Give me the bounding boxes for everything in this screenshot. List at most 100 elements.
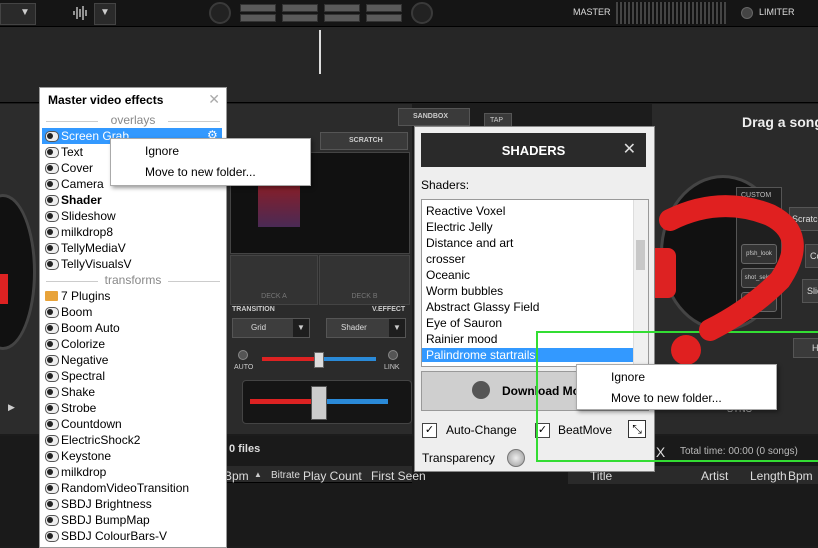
toggle-icon[interactable]	[45, 179, 59, 190]
column-artist[interactable]: Artist	[701, 469, 728, 483]
toggle-icon[interactable]	[45, 211, 59, 222]
transition-dropdown[interactable]: Grid ▼	[232, 318, 310, 338]
list-item-boom-auto[interactable]: Boom Auto	[42, 320, 222, 336]
toggle-icon[interactable]	[45, 419, 59, 430]
close-icon[interactable]: ✕	[623, 139, 636, 159]
toggle-icon[interactable]	[45, 131, 59, 142]
toggle-icon[interactable]	[45, 435, 59, 446]
list-item-keystone[interactable]: Keystone	[42, 448, 222, 464]
auto-change-label: Auto-Change	[446, 423, 517, 437]
list-item-plugins-folder[interactable]: 7 Plugins	[42, 288, 222, 304]
list-item-colorize[interactable]: Colorize	[42, 336, 222, 352]
context-menu-left: Ignore Move to new folder...	[110, 138, 311, 186]
tab-scratch[interactable]: SCRATCH	[320, 132, 408, 150]
column-bpm-right[interactable]: Bpm	[788, 469, 813, 483]
toggle-icon[interactable]	[45, 371, 59, 382]
waveform-dropdown[interactable]: ▼	[94, 3, 116, 25]
knob-left[interactable]	[209, 2, 231, 24]
list-item[interactable]: Electric Jelly	[426, 220, 493, 234]
link-toggle[interactable]	[388, 350, 398, 360]
crossfader-handle[interactable]	[311, 386, 327, 420]
tab-sandbox[interactable]: SANDBOX	[398, 108, 470, 126]
top-toolbar: ▼ ▼ MASTER LIMITER	[0, 0, 818, 27]
playhead-marker	[319, 30, 321, 74]
list-item[interactable]: Oceanic	[426, 268, 470, 282]
column-bitrate[interactable]: Bitrate	[271, 470, 300, 481]
list-item-shader[interactable]: Shader	[42, 192, 222, 208]
toggle-icon[interactable]	[45, 515, 59, 526]
column-bpm[interactable]: Bpm	[224, 469, 249, 483]
column-length[interactable]: Length	[750, 469, 787, 483]
list-item-milkdrop8[interactable]: milkdrop8	[42, 224, 222, 240]
drag-song-label: Drag a song	[742, 114, 818, 130]
menu-item-move-to-folder[interactable]: Move to new folder...	[145, 165, 256, 179]
list-item-tellymediav[interactable]: TellyMediaV	[42, 240, 222, 256]
toggle-icon[interactable]	[45, 531, 59, 542]
toggle-icon[interactable]	[45, 355, 59, 366]
toggle-icon[interactable]	[45, 387, 59, 398]
list-item-randomvideotransition[interactable]: RandomVideoTransition	[42, 480, 222, 496]
list-item-spectral[interactable]: Spectral	[42, 368, 222, 384]
waveform-icon[interactable]	[72, 5, 90, 21]
toggle-icon[interactable]	[45, 243, 59, 254]
list-item-strobe[interactable]: Strobe	[42, 400, 222, 416]
toggle-icon[interactable]	[45, 227, 59, 238]
toggle-icon[interactable]	[45, 483, 59, 494]
auto-toggle[interactable]	[238, 350, 248, 360]
chevron-down-icon: ▼	[389, 319, 405, 337]
list-item-countdown[interactable]: Countdown	[42, 416, 222, 432]
deck-a-video[interactable]: DECK A	[230, 255, 318, 305]
list-item-slideshow[interactable]: Slideshow	[42, 208, 222, 224]
toggle-icon[interactable]	[45, 339, 59, 350]
list-item[interactable]: Abstract Glassy Field	[426, 300, 539, 314]
list-item[interactable]: Reactive Voxel	[426, 204, 505, 218]
annotation-question-mark	[659, 195, 804, 365]
toggle-icon[interactable]	[45, 259, 59, 270]
toggle-icon[interactable]	[45, 467, 59, 478]
list-item-negative[interactable]: Negative	[42, 352, 222, 368]
limiter-toggle[interactable]	[741, 7, 753, 19]
level-segment	[366, 4, 402, 12]
transition-slider-handle[interactable]	[314, 352, 324, 368]
veffect-dropdown[interactable]: Shader ▼	[326, 318, 406, 338]
master-meter	[616, 2, 726, 24]
column-playcount[interactable]: Play Count	[303, 469, 362, 483]
list-item-sbdj-bumpmap[interactable]: SBDJ BumpMap	[42, 512, 222, 528]
toggle-icon[interactable]	[45, 147, 59, 158]
list-item-tellyvisualsv[interactable]: TellyVisualsV	[42, 256, 222, 272]
transparency-knob[interactable]	[507, 449, 525, 467]
sort-up-icon: ▲	[254, 470, 262, 479]
list-item-boom[interactable]: Boom	[42, 304, 222, 320]
menu-item-ignore[interactable]: Ignore	[611, 370, 645, 384]
level-segment	[324, 4, 360, 12]
list-item[interactable]: crosser	[426, 252, 465, 266]
deck-a-label: DECK A	[261, 293, 287, 300]
list-item-shake[interactable]: Shake	[42, 384, 222, 400]
list-item[interactable]: Rainier mood	[426, 332, 497, 346]
left-dropdown[interactable]: ▼	[0, 3, 36, 25]
list-item[interactable]: Distance and art	[426, 236, 513, 250]
close-icon[interactable]: ✕	[208, 91, 220, 108]
menu-item-move-to-folder[interactable]: Move to new folder...	[611, 391, 722, 405]
toggle-icon[interactable]	[45, 307, 59, 318]
list-item-sbdj-brightness[interactable]: SBDJ Brightness	[42, 496, 222, 512]
toggle-icon[interactable]	[45, 403, 59, 414]
knob-right[interactable]	[411, 2, 433, 24]
shaders-list-label: Shaders:	[421, 178, 470, 192]
auto-change-checkbox[interactable]: ✓	[422, 423, 437, 438]
list-item-sbdj-colourbars[interactable]: SBDJ ColourBars-V	[42, 528, 222, 544]
list-item-electricshock2[interactable]: ElectricShock2	[42, 432, 222, 448]
transparency-label: Transparency	[422, 451, 495, 465]
menu-item-ignore[interactable]: Ignore	[145, 144, 179, 158]
deck-b-video[interactable]: DECK B	[319, 255, 410, 305]
toggle-icon[interactable]	[45, 499, 59, 510]
left-turntable[interactable]	[0, 194, 36, 350]
play-icon[interactable]: ▶	[8, 402, 15, 413]
list-item-milkdrop[interactable]: milkdrop	[42, 464, 222, 480]
toggle-icon[interactable]	[45, 451, 59, 462]
list-item[interactable]: Worm bubbles	[426, 284, 503, 298]
toggle-icon[interactable]	[45, 323, 59, 334]
toggle-icon[interactable]	[45, 163, 59, 174]
list-item[interactable]: Eye of Sauron	[426, 316, 502, 330]
toggle-icon[interactable]	[45, 195, 59, 206]
